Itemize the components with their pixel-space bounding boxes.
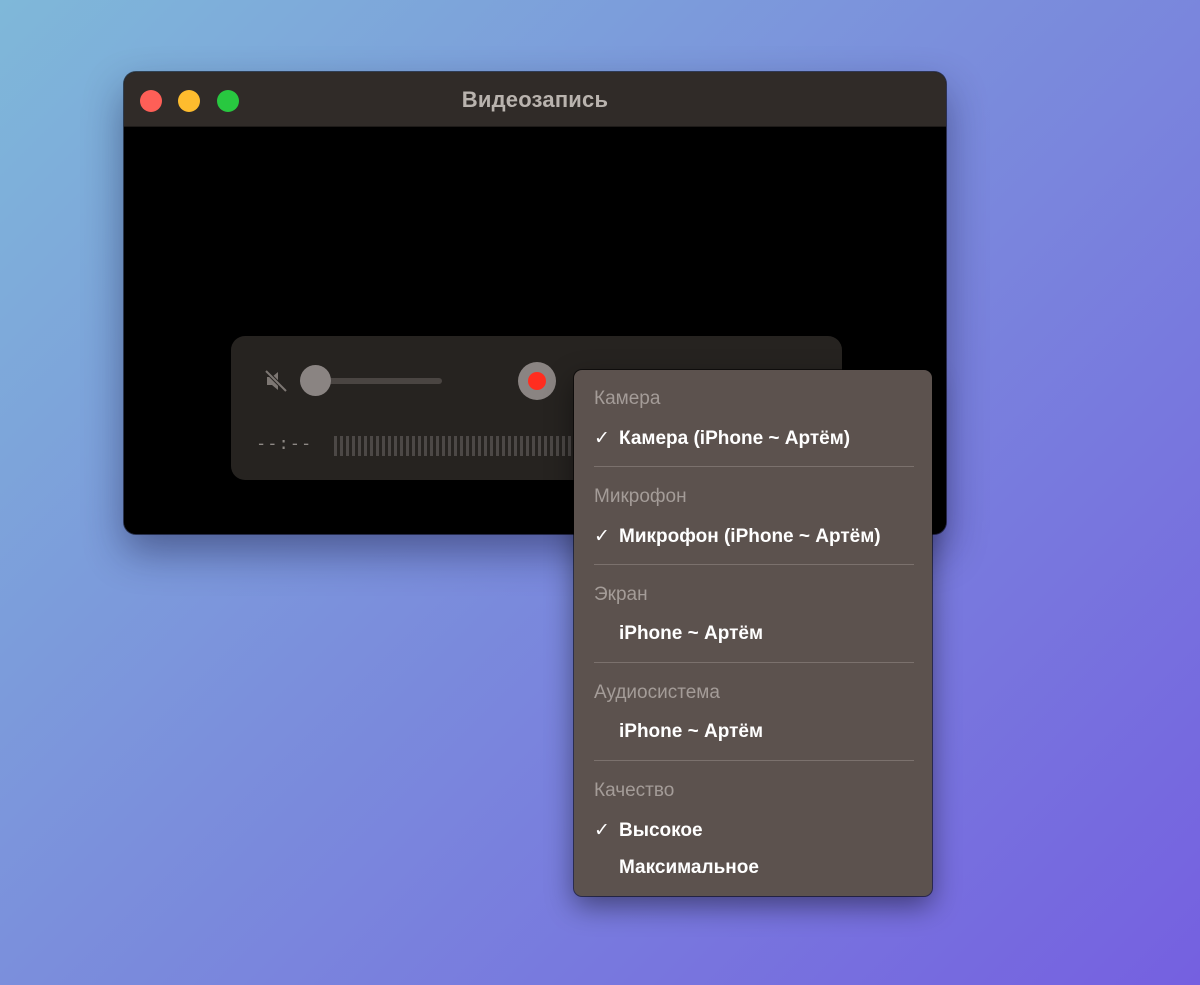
menu-separator: [594, 760, 914, 761]
menu-header-screen: Экран: [594, 584, 648, 605]
menu-header-audio-system: Аудиосистема: [594, 682, 720, 703]
checkmark-icon: ✓: [594, 820, 610, 841]
menu-item-audio-iphone[interactable]: iPhone ~ Артём: [594, 721, 763, 743]
menu-separator: [594, 564, 914, 565]
menu-item-label: Камера (iPhone ~ Артём): [619, 428, 851, 449]
options-menu: Камера ✓ Камера (iPhone ~ Артём) Микрофон…: [574, 370, 932, 896]
record-icon: [528, 372, 546, 390]
window-title: Видеозапись: [461, 87, 609, 112]
speaker-muted-icon[interactable]: [264, 368, 290, 394]
record-button[interactable]: [518, 362, 556, 400]
menu-item-screen-iphone[interactable]: iPhone ~ Артём: [594, 623, 763, 645]
volume-slider-knob[interactable]: [300, 365, 331, 396]
menu-item-camera-iphone[interactable]: ✓ Камера (iPhone ~ Артём): [594, 427, 850, 450]
menu-separator: [594, 662, 914, 663]
menu-separator: [594, 466, 914, 467]
menu-item-label: Микрофон (iPhone ~ Артём): [619, 526, 881, 547]
menu-item-quality-high[interactable]: ✓ Высокое: [594, 819, 703, 842]
menu-item-microphone-iphone[interactable]: ✓ Микрофон (iPhone ~ Артём): [594, 525, 881, 548]
menu-item-label: iPhone ~ Артём: [619, 721, 763, 742]
menu-header-camera: Камера: [594, 388, 661, 409]
menu-item-label: Максимальное: [619, 857, 759, 878]
checkmark-icon: ✓: [594, 428, 610, 449]
menu-item-label: Высокое: [619, 820, 703, 841]
menu-header-microphone: Микрофон: [594, 486, 687, 507]
checkmark-icon: ✓: [594, 526, 610, 547]
audio-level-meter: [334, 436, 594, 456]
title-bar[interactable]: Видеозапись: [124, 72, 946, 127]
menu-header-quality: Качество: [594, 780, 675, 801]
menu-item-quality-maximum[interactable]: Максимальное: [594, 857, 759, 879]
volume-slider-track[interactable]: [315, 378, 442, 384]
menu-item-label: iPhone ~ Артём: [619, 623, 763, 644]
timecode: --:--: [256, 434, 313, 454]
